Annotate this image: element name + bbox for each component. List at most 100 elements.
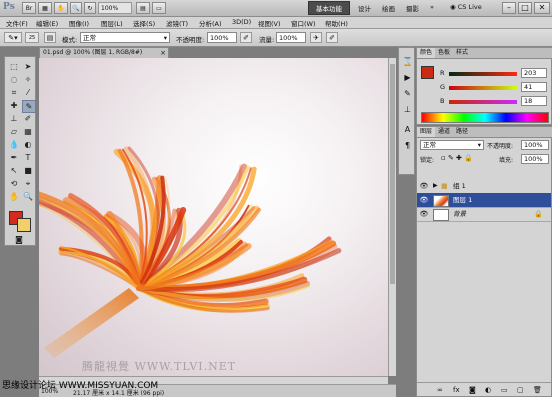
g-value[interactable]: 41 (521, 82, 547, 92)
vertical-scroll-thumb[interactable] (390, 64, 395, 284)
minimize-button[interactable]: – (502, 2, 516, 14)
type-tool-icon[interactable]: T (22, 152, 34, 163)
pen-tool-icon[interactable]: ✒ (8, 152, 20, 163)
vertical-scrollbar[interactable] (388, 58, 396, 376)
workspace-photography[interactable]: 摄影 (406, 3, 419, 13)
clone-source-panel-icon[interactable]: ⊥ (402, 104, 413, 115)
menu-image[interactable]: 图像(I) (69, 18, 89, 28)
paragraph-panel-icon[interactable]: ¶ (402, 140, 413, 151)
cs-live-button[interactable]: ◉ CS Live (450, 3, 482, 11)
eraser-tool-icon[interactable]: ▱ (8, 126, 20, 137)
quick-select-tool-icon[interactable]: ✧ (22, 74, 34, 85)
path-selection-tool-icon[interactable]: ↖ (8, 165, 20, 176)
menu-view[interactable]: 视图(V) (258, 18, 281, 28)
blur-tool-icon[interactable]: 💧 (8, 139, 20, 150)
eyedropper-tool-icon[interactable]: ⁄ (22, 87, 34, 98)
b-slider[interactable] (449, 100, 517, 104)
airbrush-icon[interactable]: ✈ (310, 32, 322, 43)
hand-tool-button[interactable]: ✋ (54, 2, 68, 14)
dodge-tool-icon[interactable]: ◐ (22, 139, 34, 150)
r-value[interactable]: 203 (521, 68, 547, 78)
brush-panel-icon[interactable]: ▤ (44, 32, 56, 43)
history-brush-tool-icon[interactable]: ✐ (22, 113, 34, 124)
workspace-more-icon[interactable]: » (430, 3, 434, 11)
adjustment-layer-icon[interactable]: ◐ (485, 383, 491, 397)
zoom-level-dropdown[interactable]: 100% (98, 2, 132, 14)
3d-rotate-tool-icon[interactable]: ⟲ (8, 178, 20, 189)
lasso-tool-icon[interactable]: ◌ (8, 74, 20, 85)
crop-tool-icon[interactable]: ⌗ (8, 87, 20, 98)
opacity-input[interactable]: 100% (207, 32, 237, 43)
color-fg-swatch[interactable] (421, 66, 434, 79)
layer-row-background[interactable]: 👁 背景 🔒 (417, 207, 551, 222)
bridge-button[interactable]: Br (22, 2, 36, 14)
hand-tool-icon[interactable]: ✋ (8, 191, 20, 202)
menu-3d[interactable]: 3D(D) (232, 18, 251, 26)
rotate-view-button[interactable]: ↻ (84, 2, 96, 14)
menu-file[interactable]: 文件(F) (6, 18, 28, 28)
fill-input[interactable]: 100% (521, 154, 549, 164)
menu-window[interactable]: 窗口(W) (291, 18, 316, 28)
tab-paths[interactable]: 路径 (453, 127, 471, 137)
actions-panel-icon[interactable]: ▶ (402, 72, 413, 83)
history-panel-icon[interactable]: ⌛ (402, 56, 413, 67)
blend-mode-select[interactable]: 正常 ▾ (420, 140, 484, 150)
expand-arrow-icon[interactable]: ▶ (433, 179, 438, 193)
background-color-swatch[interactable] (17, 218, 31, 232)
r-slider[interactable] (449, 72, 517, 76)
menu-filter[interactable]: 滤镜(T) (166, 18, 188, 28)
delete-layer-icon[interactable]: 🗑 (533, 383, 542, 397)
mode-select[interactable]: 正常 ▾ (80, 32, 170, 43)
close-document-icon[interactable]: × (160, 48, 166, 58)
layer-opacity-input[interactable]: 100% (521, 140, 549, 150)
tab-color[interactable]: 颜色 (417, 48, 436, 58)
tab-layers[interactable]: 图层 (417, 127, 436, 137)
menu-edit[interactable]: 编辑(E) (36, 18, 58, 28)
screen-mode-button[interactable]: ▭ (152, 2, 166, 14)
eye-icon[interactable]: 👁 (419, 207, 429, 221)
flow-input[interactable]: 100% (276, 32, 306, 43)
layer-row-layer-1[interactable]: 👁 图层 1 (417, 193, 551, 208)
close-button[interactable]: ✕ (534, 2, 550, 14)
gradient-tool-icon[interactable]: ▦ (22, 126, 34, 137)
menu-analysis[interactable]: 分析(A) (199, 18, 222, 28)
document-tab[interactable]: 01.psd @ 100% (图层 1, RGB/8#) × (39, 47, 169, 58)
eye-icon[interactable]: 👁 (419, 179, 429, 193)
brush-panel-icon[interactable]: ✎ (402, 88, 413, 99)
menu-layer[interactable]: 图层(L) (101, 18, 123, 28)
g-slider[interactable] (449, 86, 517, 90)
minibridge-button[interactable]: ▦ (38, 2, 52, 14)
tab-styles[interactable]: 样式 (453, 48, 471, 58)
pressure-size-icon[interactable]: ✐ (326, 32, 338, 43)
zoom-tool-icon[interactable]: 🔍 (22, 191, 34, 202)
arrange-documents-button[interactable]: ▤ (136, 2, 150, 14)
zoom-tool-button[interactable]: 🔍 (70, 2, 82, 14)
link-layers-icon[interactable]: ∞ (437, 383, 443, 397)
brush-preset-icon[interactable]: ✎▾ (4, 32, 22, 43)
character-panel-icon[interactable]: A (402, 124, 413, 135)
healing-brush-tool-icon[interactable]: ✚ (8, 100, 20, 111)
layer-row-group-1[interactable]: 👁 ▶ ■ 组 1 (417, 179, 551, 194)
lock-icons[interactable]: ▫ ✎ ✚ 🔒 (441, 154, 473, 162)
move-tool-icon[interactable]: ➤ (22, 61, 34, 72)
tab-swatches[interactable]: 色板 (435, 48, 453, 58)
new-layer-icon[interactable]: ▢ (517, 383, 524, 397)
3d-camera-tool-icon[interactable]: ⌖ (22, 178, 34, 189)
workspace-painting[interactable]: 绘画 (382, 3, 395, 13)
menu-help[interactable]: 帮助(H) (325, 18, 348, 28)
document-canvas[interactable] (39, 58, 388, 376)
workspace-design[interactable]: 设计 (358, 3, 371, 13)
workspace-essentials-button[interactable]: 基本功能 (308, 1, 350, 15)
eye-icon[interactable]: 👁 (419, 193, 429, 207)
shape-tool-icon[interactable]: ■ (22, 165, 34, 176)
layer-style-icon[interactable]: fx (453, 383, 460, 397)
quick-mask-icon[interactable]: ◙ (13, 234, 25, 245)
tab-channels[interactable]: 通道 (435, 127, 453, 137)
clone-stamp-tool-icon[interactable]: ⊥ (8, 113, 20, 124)
color-spectrum-bar[interactable] (421, 112, 549, 123)
layer-mask-icon[interactable]: ◙ (469, 383, 476, 397)
brush-tool-icon[interactable]: ✎ (22, 100, 36, 113)
maximize-button[interactable]: □ (518, 2, 532, 14)
new-group-icon[interactable]: ▭ (501, 383, 508, 397)
marquee-tool-icon[interactable]: ⬚ (8, 61, 20, 72)
